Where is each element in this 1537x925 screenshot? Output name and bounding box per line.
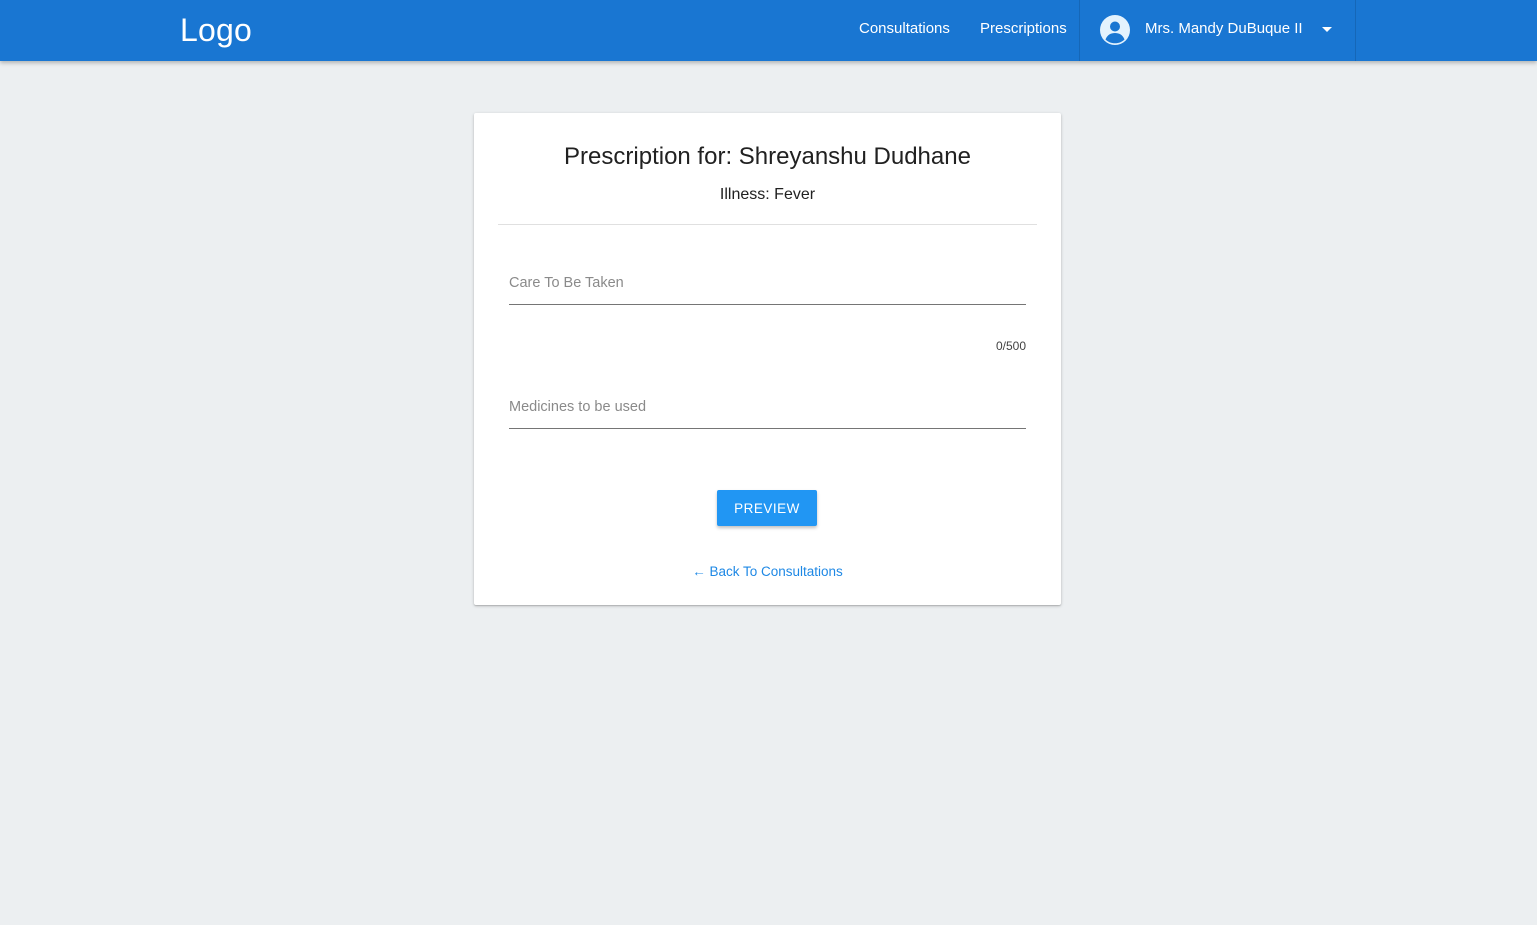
character-counter: 0/500 (995, 339, 1026, 353)
nav-prescriptions-link[interactable]: Prescriptions (980, 20, 1067, 37)
back-to-consultations-link[interactable]: ← Back To Consultations (474, 564, 1061, 579)
medicines-input[interactable] (509, 388, 1026, 426)
card-title: Prescription for: Shreyanshu Dudhane (564, 143, 971, 170)
user-menu[interactable]: Mrs. Mandy DuBuque II (1079, 0, 1356, 61)
illness-label: Illness: Fever (719, 186, 816, 203)
account-circle-icon (1100, 15, 1130, 45)
caret-down-icon[interactable] (1322, 27, 1332, 32)
nav-consultations-link[interactable]: Consultations (859, 20, 950, 37)
top-navbar: Logo Consultations Prescriptions Mrs. Ma… (0, 0, 1537, 61)
care-to-be-taken-input[interactable] (509, 264, 1026, 302)
preview-button[interactable]: PREVIEW (717, 490, 817, 526)
medicines-field (509, 388, 1026, 429)
user-name: Mrs. Mandy DuBuque II (1145, 20, 1303, 37)
care-field (509, 264, 1026, 305)
logo[interactable]: Logo (180, 12, 252, 49)
prescription-card: Prescription for: Shreyanshu Dudhane Ill… (474, 113, 1061, 605)
divider (498, 224, 1037, 225)
